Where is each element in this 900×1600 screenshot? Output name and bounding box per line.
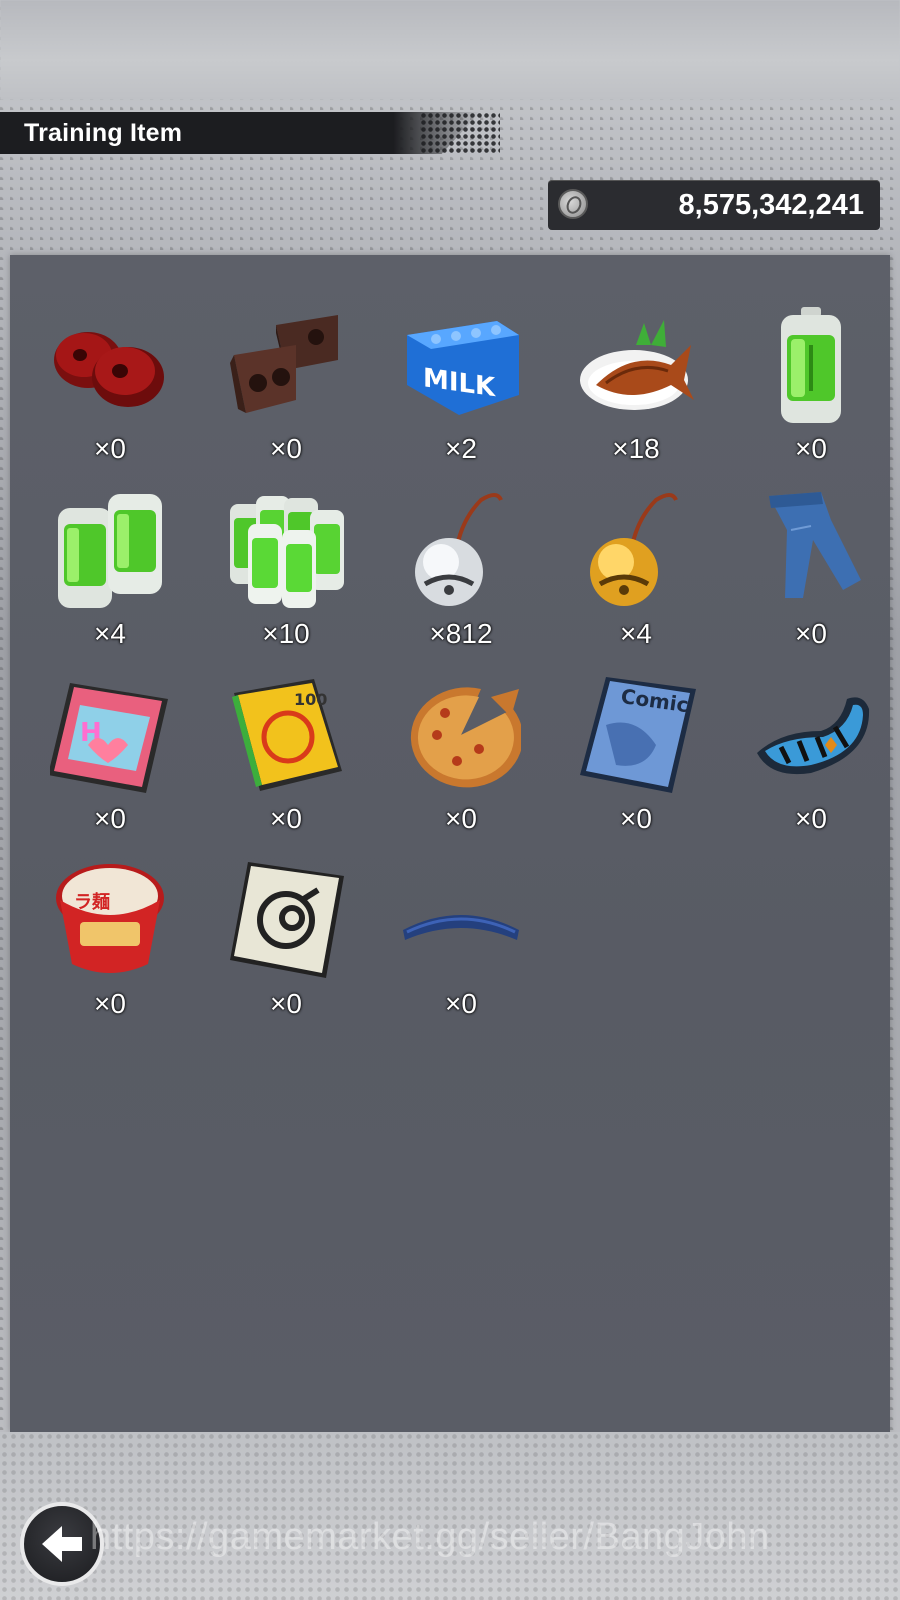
item-slot-battery[interactable]: ×0	[723, 255, 899, 464]
capsule-card-icon	[230, 862, 344, 978]
battery-pack-icon	[230, 496, 344, 608]
blue-headband-icon	[403, 915, 519, 940]
ramen-cup-icon: ラ麺	[56, 864, 164, 973]
item-slot-comic-book[interactable]: Comic ×0	[548, 625, 724, 834]
page-title: Training Item	[24, 119, 183, 147]
item-slot-pizza[interactable]: ×0	[373, 625, 549, 834]
item-slot-pink-magazine[interactable]: H ×0	[22, 625, 198, 834]
item-slot-silver-bell[interactable]: ×812	[373, 440, 549, 649]
jeans-icon	[769, 492, 861, 598]
red-weights-icon	[54, 332, 164, 407]
gold-bell-icon	[590, 493, 678, 606]
item-count: ×0	[445, 988, 477, 1019]
item-slot-milk-crate[interactable]: MILK ×2	[373, 255, 549, 464]
battery-pair-icon	[58, 494, 162, 608]
pizza-icon	[410, 687, 521, 788]
watermark-text: https://gamemarket.gg/seller/BangJohn	[90, 1516, 770, 1558]
item-slot-gold-bell[interactable]: ×4	[548, 440, 724, 649]
item-count: ×0	[94, 988, 126, 1019]
currency-display: 8,575,342,241	[548, 180, 880, 230]
pink-magazine-icon: H	[50, 683, 168, 793]
shoe-insole-icon	[757, 697, 870, 775]
item-slot-red-weights[interactable]: ×0	[22, 255, 198, 464]
svg-text:100: 100	[294, 690, 327, 709]
item-slot-blue-headband[interactable]: ×0	[373, 810, 549, 1019]
back-arrow-icon	[42, 1526, 82, 1562]
item-slot-battery-pair[interactable]: ×4	[22, 440, 198, 649]
item-slot-grilled-fish[interactable]: ×18	[548, 255, 724, 464]
item-slot-shoe-insole[interactable]: ×0	[723, 625, 899, 834]
top-background	[0, 0, 900, 100]
item-slot-brick-weights[interactable]: ×0	[198, 255, 374, 464]
item-slot-jeans[interactable]: ×0	[723, 440, 899, 649]
item-count: ×0	[270, 988, 302, 1019]
title-halftone	[420, 112, 500, 154]
silver-bell-icon	[415, 493, 503, 606]
battery-icon	[781, 307, 841, 423]
item-count: ×0	[620, 803, 652, 834]
milk-crate-icon: MILK	[407, 321, 519, 415]
item-slot-capsule-card[interactable]: ×0	[198, 810, 374, 1019]
item-slot-ramen-cup[interactable]: ラ麺 ×0	[22, 810, 198, 1019]
brick-weights-icon	[230, 315, 338, 413]
currency-value: 8,575,342,241	[678, 189, 864, 221]
item-slot-battery-pack[interactable]: ×10	[198, 440, 374, 649]
zeni-coin-icon	[558, 189, 588, 219]
joke-book-icon: 100	[232, 679, 342, 791]
item-count: ×0	[795, 803, 827, 834]
grilled-fish-icon	[580, 320, 694, 410]
comic-book-icon: Comic	[580, 677, 696, 793]
item-panel: ×0 ×0 MILK ×2 ×18 ×0 ×4 ×10 ×812 ×4 ×0 H…	[10, 255, 890, 1432]
item-slot-joke-book[interactable]: 100 ×0	[198, 625, 374, 834]
svg-text:ラ麺: ラ麺	[74, 891, 110, 913]
